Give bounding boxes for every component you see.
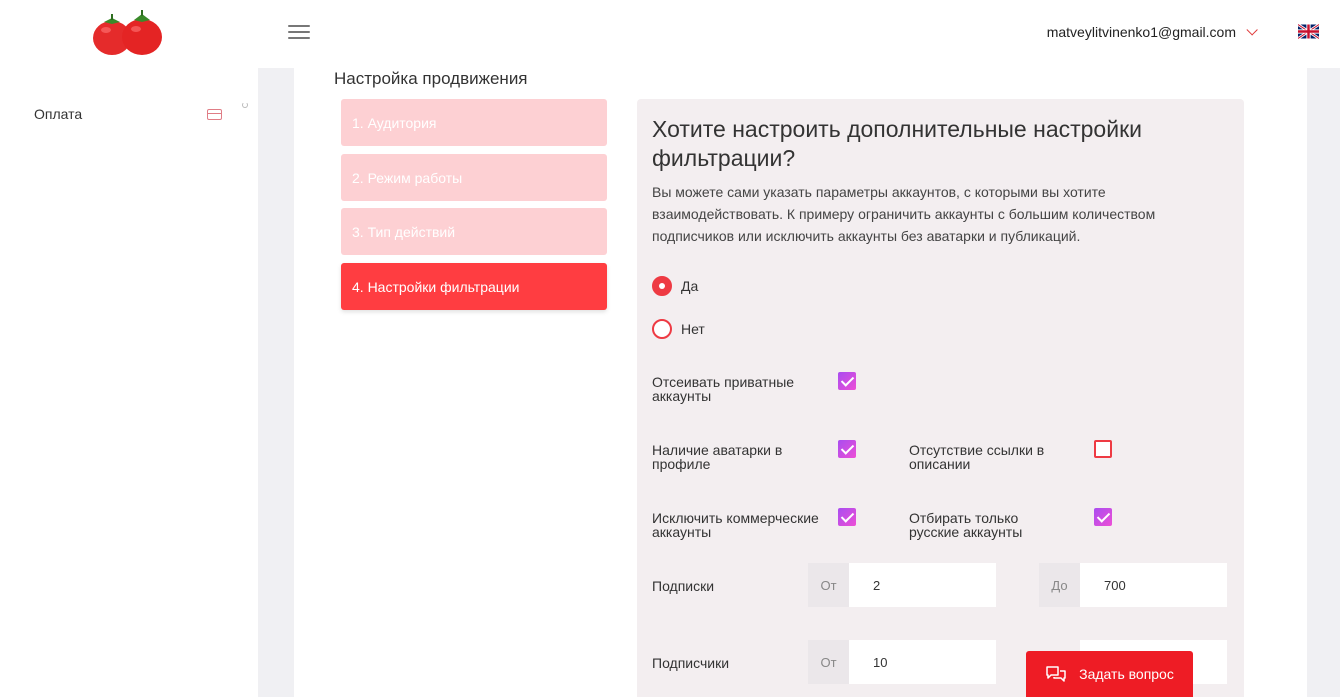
sidebar-item-label: Оплата	[34, 106, 83, 122]
page-title: Настройка продвижения	[334, 69, 528, 88]
russian-checkbox[interactable]	[1094, 508, 1112, 526]
chat-bubbles-icon	[1046, 666, 1066, 682]
tomato-logo[interactable]	[90, 8, 166, 58]
radio-yes-circle[interactable]	[652, 276, 672, 296]
step-audience[interactable]: 1. Аудитория	[341, 99, 607, 146]
following-to-addon: До	[1039, 563, 1080, 607]
commercial-checkbox[interactable]	[838, 508, 856, 526]
uk-flag-icon[interactable]	[1298, 24, 1319, 39]
ask-question-button[interactable]: Задать вопрос	[1026, 651, 1193, 697]
radio-no[interactable]: Нет	[652, 319, 705, 339]
filter-description: Вы можете сами указать параметры аккаунт…	[652, 184, 1156, 244]
step-work-mode[interactable]: 2. Режим работы	[341, 154, 607, 201]
radio-no-label: Нет	[681, 321, 705, 337]
ask-question-label: Задать вопрос	[1079, 666, 1174, 682]
following-label: Подписки	[652, 578, 715, 594]
radio-yes-label: Да	[681, 278, 699, 294]
commercial-label: Исключить коммерческие аккаунты	[652, 510, 819, 540]
radio-yes[interactable]: Да	[652, 276, 698, 296]
step-filter-settings[interactable]: 4. Настройки фильтрации	[341, 263, 607, 310]
user-email: matveylitvinenko1@gmail.com	[1046, 24, 1236, 40]
credit-card-icon	[207, 108, 222, 120]
followers-label: Подписчики	[652, 655, 730, 671]
main-panel: Настройка продвижения 1. Аудитория 2. Ре…	[294, 68, 1307, 697]
user-menu[interactable]: matveylitvinenko1@gmail.com	[1046, 24, 1258, 40]
avatar-checkbox[interactable]	[838, 440, 856, 458]
step-action-type[interactable]: 3. Тип действий	[341, 208, 607, 255]
avatar-label: Наличие аватарки в профиле	[652, 442, 783, 472]
no-link-label: Отсутствие ссылки в описании	[909, 442, 1045, 472]
following-from-input[interactable]: 2	[849, 563, 996, 607]
following-from-addon: От	[808, 563, 849, 607]
top-header: matveylitvinenko1@gmail.com	[0, 0, 1340, 68]
no-link-checkbox[interactable]	[1094, 440, 1112, 458]
chevron-down-icon	[1246, 24, 1258, 36]
followers-from-input[interactable]: 10	[849, 640, 996, 684]
private-accounts-label: Отсеивать приватные аккаунты	[652, 374, 795, 404]
private-accounts-checkbox[interactable]	[838, 372, 856, 390]
spinner-icon	[242, 102, 248, 108]
sidebar-item-payment[interactable]: Оплата	[34, 102, 248, 122]
menu-toggle-icon[interactable]	[288, 25, 310, 41]
following-to-input[interactable]: 700	[1080, 563, 1227, 607]
russian-label: Отбирать только русские аккаунты	[909, 510, 1023, 540]
followers-from-addon: От	[808, 640, 849, 684]
radio-no-circle[interactable]	[652, 319, 672, 339]
sidebar: Оплата	[0, 68, 258, 697]
filter-settings-card: Хотите настроить дополнительные настройк…	[637, 99, 1244, 697]
filter-question: Хотите настроить дополнительные настройк…	[652, 116, 1142, 171]
